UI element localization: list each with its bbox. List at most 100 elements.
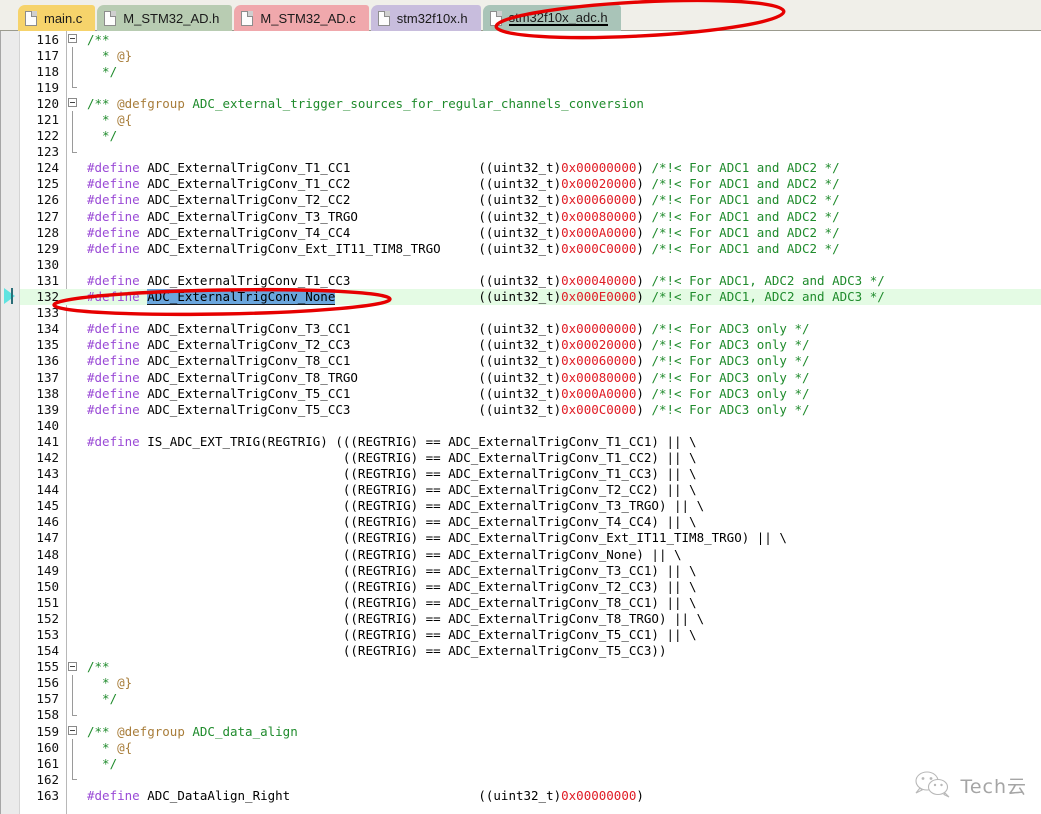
code-text[interactable]: #define ADC_ExternalTrigConv_T3_CC1 ((ui… — [82, 321, 1041, 336]
code-line[interactable]: 147 ((REGTRIG) == ADC_ExternalTrigConv_E… — [20, 530, 1041, 546]
code-line[interactable]: 155 /** — [20, 659, 1041, 675]
code-line[interactable]: 129 #define ADC_ExternalTrigConv_Ext_IT11… — [20, 240, 1041, 256]
fold-column[interactable] — [66, 690, 82, 707]
fold-column[interactable] — [66, 289, 82, 305]
code-text[interactable]: */ — [82, 691, 1041, 706]
fold-column[interactable] — [66, 626, 82, 642]
code-line[interactable]: 132 #define ADC_ExternalTrigConv_None ((u… — [20, 288, 1041, 306]
code-text[interactable]: #define ADC_ExternalTrigConv_None ((uint… — [82, 289, 1041, 306]
code-line[interactable]: 120 /** @defgroup ADC_external_trigger_so… — [20, 95, 1041, 111]
code-text[interactable]: * @{ — [82, 740, 1041, 755]
code-line[interactable]: 119 — [20, 79, 1041, 95]
fold-column[interactable] — [66, 546, 82, 562]
fold-column[interactable] — [66, 706, 82, 723]
code-text[interactable]: ((REGTRIG) == ADC_ExternalTrigConv_T2_CC… — [82, 482, 1041, 497]
code-line[interactable]: 145 ((REGTRIG) == ADC_ExternalTrigConv_T… — [20, 498, 1041, 514]
fold-column[interactable] — [66, 305, 82, 321]
code-text[interactable]: #define IS_ADC_EXT_TRIG(REGTRIG) (((REGT… — [82, 434, 1041, 449]
code-line[interactable]: 161 */ — [20, 755, 1041, 772]
fold-column[interactable] — [66, 337, 82, 353]
code-text[interactable]: #define ADC_ExternalTrigConv_T5_CC1 ((ui… — [82, 386, 1041, 401]
code-lines[interactable]: 116/** 117 * @} 118 */119 120/** @defgroup … — [20, 31, 1041, 814]
code-line[interactable]: 138 #define ADC_ExternalTrigConv_T5_CC1 (… — [20, 385, 1041, 401]
code-text[interactable]: #define ADC_ExternalTrigConv_T8_TRGO ((u… — [82, 370, 1041, 385]
code-text[interactable]: ((REGTRIG) == ADC_ExternalTrigConv_T1_CC… — [82, 450, 1041, 465]
code-line[interactable]: 127 #define ADC_ExternalTrigConv_T3_TRGO … — [20, 208, 1041, 224]
fold-column[interactable] — [66, 771, 82, 787]
fold-column[interactable] — [66, 160, 82, 176]
code-line[interactable]: 128 #define ADC_ExternalTrigConv_T4_CC4 (… — [20, 224, 1041, 240]
fold-column[interactable] — [66, 256, 82, 272]
fold-column[interactable] — [66, 610, 82, 626]
code-text[interactable]: /** — [82, 659, 1041, 674]
fold-column[interactable] — [66, 47, 82, 64]
code-editor[interactable]: 116/** 117 * @} 118 */119 120/** @defgroup … — [0, 31, 1041, 814]
code-line[interactable]: 121 * @{ — [20, 111, 1041, 128]
fold-column[interactable] — [66, 466, 82, 482]
fold-column[interactable] — [66, 79, 82, 95]
code-line[interactable]: 146 ((REGTRIG) == ADC_ExternalTrigConv_T… — [20, 514, 1041, 530]
code-line[interactable]: 116 /** — [20, 31, 1041, 47]
code-line[interactable]: 157 */ — [20, 690, 1041, 707]
fold-column[interactable] — [66, 578, 82, 594]
code-text[interactable]: */ — [82, 64, 1041, 79]
fold-column[interactable] — [66, 321, 82, 337]
fold-column[interactable] — [66, 723, 82, 739]
fold-column[interactable] — [66, 530, 82, 546]
code-text[interactable]: ((REGTRIG) == ADC_ExternalTrigConv_T4_CC… — [82, 514, 1041, 529]
code-line[interactable]: 136 #define ADC_ExternalTrigConv_T8_CC1 (… — [20, 353, 1041, 369]
code-text[interactable]: ((REGTRIG) == ADC_ExternalTrigConv_T2_CC… — [82, 579, 1041, 594]
tab-stm32f10x-h[interactable]: stm32f10x.h — [370, 5, 481, 31]
code-line[interactable]: 151 ((REGTRIG) == ADC_ExternalTrigConv_T… — [20, 594, 1041, 610]
fold-column[interactable] — [66, 674, 82, 691]
code-text[interactable]: ((REGTRIG) == ADC_ExternalTrigConv_Ext_I… — [82, 530, 1041, 545]
code-line[interactable]: 124 #define ADC_ExternalTrigConv_T1_CC1 (… — [20, 160, 1041, 176]
code-text[interactable]: #define ADC_ExternalTrigConv_T1_CC3 ((ui… — [82, 273, 1041, 288]
code-text[interactable]: #define ADC_ExternalTrigConv_T4_CC4 ((ui… — [82, 225, 1041, 240]
code-line[interactable]: 125 #define ADC_ExternalTrigConv_T1_CC2 (… — [20, 176, 1041, 192]
code-line[interactable]: 148 ((REGTRIG) == ADC_ExternalTrigConv_N… — [20, 546, 1041, 562]
code-text[interactable]: /** @defgroup ADC_data_align — [82, 724, 1041, 739]
code-text[interactable]: * @} — [82, 48, 1041, 63]
code-line[interactable]: 158 — [20, 706, 1041, 723]
fold-column[interactable] — [66, 192, 82, 208]
code-line[interactable]: 142 ((REGTRIG) == ADC_ExternalTrigConv_T… — [20, 449, 1041, 465]
code-text[interactable]: #define ADC_ExternalTrigConv_T2_CC3 ((ui… — [82, 337, 1041, 352]
code-text[interactable]: /** @defgroup ADC_external_trigger_sourc… — [82, 96, 1041, 111]
tab-stm32f10x-adc-h[interactable]: stm32f10x_adc.h — [482, 5, 621, 31]
tab-main-c[interactable]: main.c — [18, 5, 96, 31]
fold-collapse-icon[interactable] — [68, 34, 77, 43]
code-text[interactable]: ((REGTRIG) == ADC_ExternalTrigConv_T3_CC… — [82, 563, 1041, 578]
code-line[interactable]: 126 #define ADC_ExternalTrigConv_T2_CC2 (… — [20, 192, 1041, 208]
code-line[interactable]: 137 #define ADC_ExternalTrigConv_T8_TRGO … — [20, 369, 1041, 385]
fold-collapse-icon[interactable] — [68, 98, 77, 108]
tab-m-stm32-ad-h[interactable]: M_STM32_AD.h — [97, 5, 233, 31]
code-text[interactable]: * @{ — [82, 112, 1041, 127]
code-line[interactable]: 139 #define ADC_ExternalTrigConv_T5_CC3 (… — [20, 401, 1041, 417]
code-text[interactable]: #define ADC_ExternalTrigConv_T2_CC2 ((ui… — [82, 192, 1041, 207]
fold-column[interactable] — [66, 594, 82, 610]
code-text[interactable]: ((REGTRIG) == ADC_ExternalTrigConv_T8_CC… — [82, 595, 1041, 610]
fold-column[interactable] — [66, 224, 82, 240]
code-text[interactable]: ((REGTRIG) == ADC_ExternalTrigConv_None)… — [82, 547, 1041, 562]
code-line[interactable]: 160 * @{ — [20, 739, 1041, 756]
tab-m-stm32-ad-c[interactable]: M_STM32_AD.c — [234, 5, 369, 31]
code-text[interactable]: #define ADC_ExternalTrigConv_T1_CC2 ((ui… — [82, 176, 1041, 191]
code-line[interactable]: 134 #define ADC_ExternalTrigConv_T3_CC1 (… — [20, 321, 1041, 337]
code-line[interactable]: 140 — [20, 417, 1041, 433]
fold-column[interactable] — [66, 31, 82, 47]
fold-column[interactable] — [66, 482, 82, 498]
code-line[interactable]: 143 ((REGTRIG) == ADC_ExternalTrigConv_T… — [20, 466, 1041, 482]
code-line[interactable]: 150 ((REGTRIG) == ADC_ExternalTrigConv_T… — [20, 578, 1041, 594]
fold-column[interactable] — [66, 208, 82, 224]
code-text[interactable]: ((REGTRIG) == ADC_ExternalTrigConv_T3_TR… — [82, 498, 1041, 513]
code-text[interactable]: ((REGTRIG) == ADC_ExternalTrigConv_T5_CC… — [82, 627, 1041, 642]
code-text[interactable]: #define ADC_ExternalTrigConv_T3_TRGO ((u… — [82, 209, 1041, 224]
fold-column[interactable] — [66, 176, 82, 192]
fold-column[interactable] — [66, 353, 82, 369]
fold-column[interactable] — [66, 143, 82, 160]
fold-column[interactable] — [66, 659, 82, 675]
code-line[interactable]: 159 /** @defgroup ADC_data_align — [20, 723, 1041, 739]
breakpoint-margin[interactable] — [1, 31, 20, 814]
code-text[interactable]: */ — [82, 128, 1041, 143]
